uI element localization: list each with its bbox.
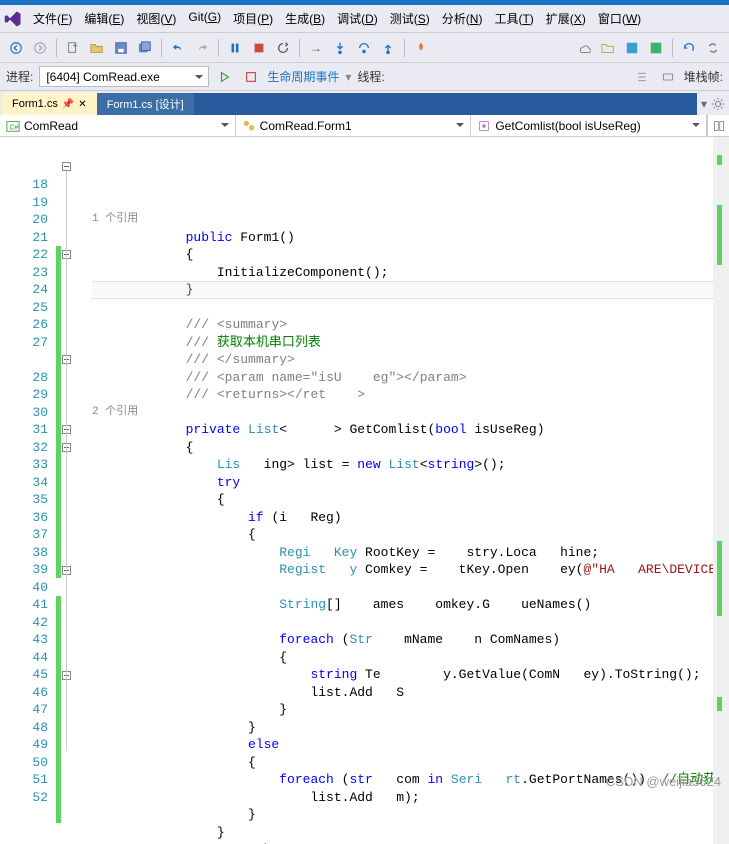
save-green-icon[interactable] bbox=[646, 38, 666, 58]
watermark: CSDN @weijia3624 bbox=[606, 774, 721, 789]
back-button[interactable] bbox=[6, 38, 26, 58]
vertical-scrollbar[interactable] bbox=[713, 137, 729, 844]
menu-b[interactable]: 生成(B) bbox=[280, 8, 330, 29]
menu-f[interactable]: 文件(F) bbox=[28, 8, 77, 29]
save-button[interactable] bbox=[111, 38, 131, 58]
fold-toggle[interactable] bbox=[62, 162, 71, 171]
navigation-bar: C# ComRead ComRead.Form1 GetComlist(bool… bbox=[0, 115, 729, 137]
csharp-project-icon: C# bbox=[6, 119, 20, 133]
step-over-button[interactable] bbox=[354, 38, 374, 58]
menu-n[interactable]: 分析(N) bbox=[437, 8, 488, 29]
break-all-button[interactable] bbox=[241, 67, 261, 87]
class-icon bbox=[242, 119, 256, 133]
debug-toolbar: 进程: [6404] ComRead.exe 生命周期事件 ▾ 线程: 堆栈帧: bbox=[0, 63, 729, 91]
thread-icon[interactable] bbox=[632, 67, 652, 87]
sync-icon[interactable] bbox=[703, 38, 723, 58]
cloud-sync-icon[interactable] bbox=[574, 38, 594, 58]
menu-p[interactable]: 项目(P) bbox=[228, 8, 278, 29]
visual-studio-icon bbox=[4, 10, 22, 28]
open-file-button[interactable] bbox=[87, 38, 107, 58]
class-combo[interactable]: ComRead.Form1 bbox=[236, 115, 472, 136]
settings-gear-icon[interactable] bbox=[711, 97, 725, 111]
save-all-button[interactable] bbox=[135, 38, 155, 58]
tab-form1-designer[interactable]: Form1.cs [设计] bbox=[97, 93, 194, 115]
step-out-button[interactable] bbox=[378, 38, 398, 58]
continue-button[interactable] bbox=[215, 67, 235, 87]
lifecycle-events-link[interactable]: 生命周期事件 bbox=[267, 68, 339, 85]
menu-x[interactable]: 扩展(X) bbox=[541, 8, 591, 29]
menu-w[interactable]: 窗口(W) bbox=[593, 8, 646, 29]
thread-label: 线程: bbox=[357, 68, 384, 85]
folder-open-icon[interactable] bbox=[598, 38, 618, 58]
tab-form1-cs[interactable]: Form1.cs 📌 ✕ bbox=[2, 93, 97, 115]
restart-button[interactable] bbox=[273, 38, 293, 58]
save-blue-icon[interactable] bbox=[622, 38, 642, 58]
tab-dropdown-button[interactable]: ▾ bbox=[701, 97, 707, 111]
method-icon bbox=[477, 119, 491, 133]
show-next-statement-button[interactable]: → bbox=[306, 38, 326, 58]
split-button[interactable] bbox=[707, 115, 729, 136]
menu-s[interactable]: 测试(S) bbox=[385, 8, 435, 29]
refresh-icon[interactable] bbox=[679, 38, 699, 58]
menu-t[interactable]: 工具(T) bbox=[489, 8, 538, 29]
pin-icon[interactable]: 📌 bbox=[62, 99, 74, 110]
stop-button[interactable] bbox=[249, 38, 269, 58]
scope-combo[interactable]: C# ComRead bbox=[0, 115, 236, 136]
menu-e[interactable]: 编辑(E) bbox=[79, 8, 129, 29]
menu-v[interactable]: 视图(V) bbox=[131, 8, 181, 29]
menu-bar: 文件(F)编辑(E)视图(V)Git(G)项目(P)生成(B)调试(D)测试(S… bbox=[0, 5, 729, 33]
close-icon[interactable]: ✕ bbox=[78, 99, 86, 110]
outline-column bbox=[56, 137, 92, 844]
step-into-button[interactable] bbox=[330, 38, 350, 58]
pause-button[interactable] bbox=[225, 38, 245, 58]
member-combo[interactable]: GetComlist(bool isUseReg) bbox=[471, 115, 707, 136]
document-tabs: Form1.cs 📌 ✕ Form1.cs [设计] ▾ bbox=[0, 91, 729, 115]
process-label: 进程: bbox=[6, 68, 33, 85]
code-editor[interactable]: 1819202122232425262728293031323334353637… bbox=[0, 137, 729, 844]
forward-button[interactable] bbox=[30, 38, 50, 58]
menu-g[interactable]: Git(G) bbox=[183, 8, 226, 29]
new-file-button[interactable] bbox=[63, 38, 83, 58]
process-combo[interactable]: [6404] ComRead.exe bbox=[39, 66, 209, 87]
main-toolbar: → bbox=[0, 33, 729, 63]
code-content[interactable]: 1 个引用 public Form1() { InitializeCompone… bbox=[92, 137, 729, 844]
process-icon[interactable] bbox=[658, 67, 678, 87]
redo-button[interactable] bbox=[192, 38, 212, 58]
line-number-gutter: 1819202122232425262728293031323334353637… bbox=[0, 137, 56, 844]
undo-button[interactable] bbox=[168, 38, 188, 58]
svg-text:C#: C# bbox=[10, 124, 19, 131]
stackframe-label: 堆栈帧: bbox=[684, 68, 723, 85]
hot-reload-button[interactable] bbox=[411, 38, 431, 58]
menu-d[interactable]: 调试(D) bbox=[332, 8, 383, 29]
